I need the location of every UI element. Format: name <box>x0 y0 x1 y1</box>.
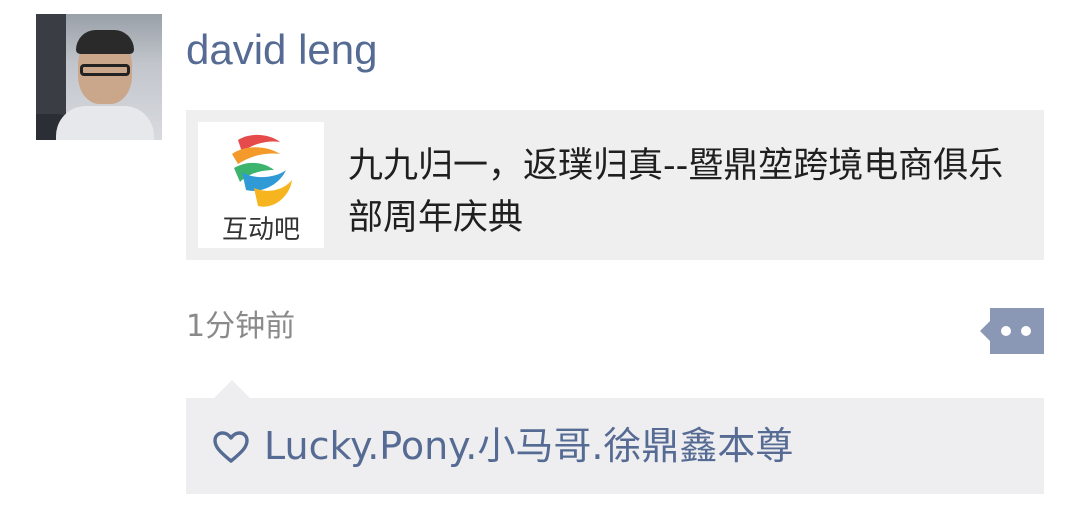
liked-by-names[interactable]: Lucky.Pony.小马哥.徐鼎鑫本尊 <box>264 420 793 472</box>
likes-section: Lucky.Pony.小马哥.徐鼎鑫本尊 <box>186 398 1044 494</box>
author-avatar[interactable] <box>36 14 162 140</box>
heart-outline-icon <box>213 431 249 463</box>
avatar-glasses <box>80 64 130 76</box>
avatar-shirt <box>56 106 154 140</box>
author-name[interactable]: david leng <box>186 22 377 78</box>
shared-link-card[interactable]: 互动吧 九九归一，返璞归真--暨鼎堃跨境电商俱乐部周年庆典 <box>186 110 1044 260</box>
likes-pointer <box>214 380 250 398</box>
comment-like-menu-button[interactable] <box>980 308 1044 354</box>
hands-logo-icon <box>232 134 292 207</box>
post-timestamp: 1分钟前 <box>186 309 296 344</box>
link-thumbnail: 互动吧 <box>198 122 324 248</box>
dot-icon <box>1021 326 1031 336</box>
avatar-hair <box>76 30 134 54</box>
dot-icon <box>1001 326 1011 336</box>
menu-button-body <box>990 308 1044 354</box>
thumbnail-caption: 互动吧 <box>221 215 300 245</box>
link-title: 九九归一，返璞归真--暨鼎堃跨境电商俱乐部周年庆典 <box>348 146 1004 238</box>
menu-button-tip <box>980 321 990 341</box>
